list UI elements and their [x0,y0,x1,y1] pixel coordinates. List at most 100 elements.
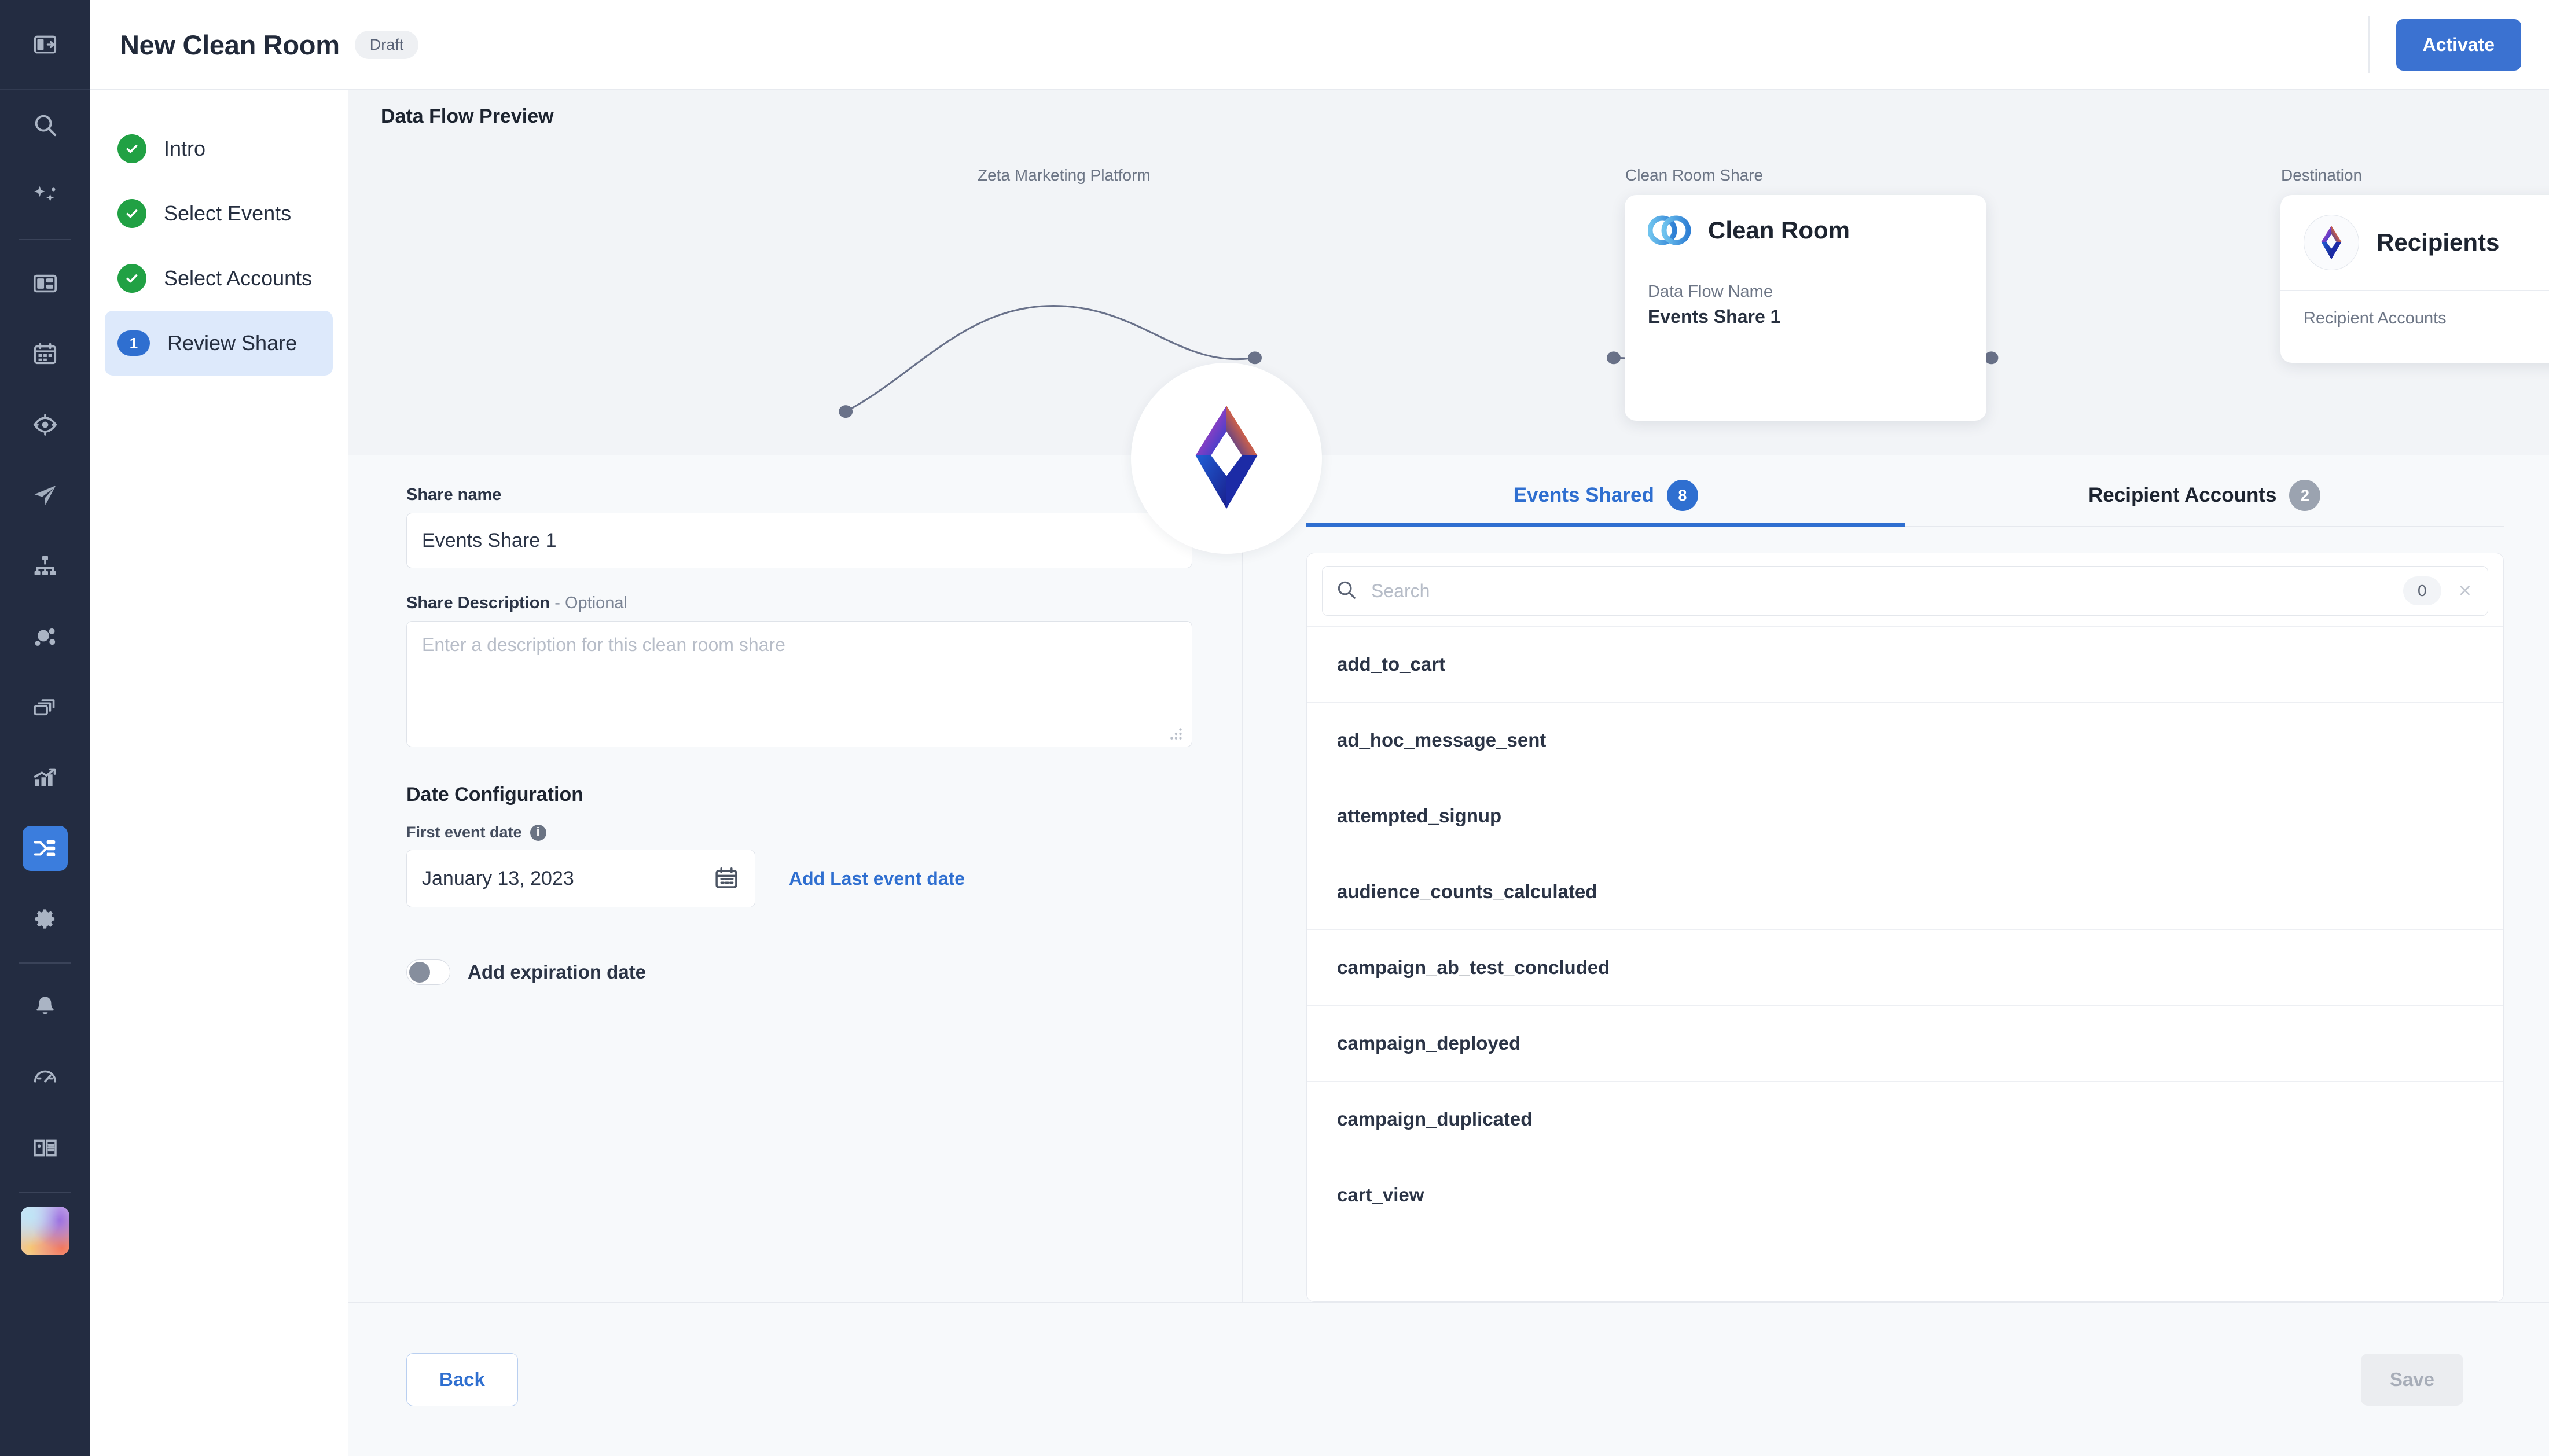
top-bar: New Clean Room Draft Activate [90,0,2549,90]
clean-room-node-card: Clean Room Data Flow Name Events Share 1 [1625,195,1986,421]
avatar[interactable] [21,1207,69,1255]
tab-events-shared[interactable]: Events Shared 8 [1306,480,1905,526]
activate-button[interactable]: Activate [2396,19,2522,71]
search-box[interactable]: 0 × [1322,566,2488,616]
toggle-knob [409,962,430,983]
resize-grip-icon[interactable] [1169,726,1184,743]
step-number-badge: 1 [117,330,150,356]
first-event-date-label-row: First event date i [406,823,1207,841]
wizard-footer: Back Save [348,1302,2549,1456]
gear-icon[interactable] [23,896,68,942]
clean-room-card-title: Clean Room [1708,216,1850,244]
list-item[interactable]: campaign_ab_test_concluded [1307,929,2503,1005]
list-item[interactable]: campaign_deployed [1307,1005,2503,1081]
sitemap-icon[interactable] [23,543,68,589]
left-icon-rail [0,0,90,1456]
tab-badge: 2 [2289,480,2320,511]
recipient-accounts-row: Recipient Accounts 8 [2280,291,2549,329]
panel-toggle-icon[interactable] [23,22,68,67]
sidebar-item-select-accounts[interactable]: Select Accounts [105,246,333,311]
rail-divider [19,239,71,240]
add-last-event-date-link[interactable]: Add Last event date [789,868,965,889]
audience-icon[interactable] [23,614,68,659]
calendar-icon[interactable] [23,332,68,377]
events-list-card: 0 × add_to_cart ad_hoc_message_sent atte… [1306,553,2504,1302]
section-title: Data Flow Preview [381,105,554,128]
main-area: New Clean Room Draft Activate Intro [90,0,2549,1456]
zeta-diamond-icon [1183,402,1270,515]
share-form: Share name Share Description - Optional [348,455,1243,1302]
target-icon[interactable] [23,402,68,447]
panel-tabs: Events Shared 8 Recipient Accounts 2 [1306,480,2504,527]
share-description-textarea[interactable] [406,621,1192,747]
app-root: New Clean Room Draft Activate Intro [0,0,2549,1456]
tab-badge: 8 [1667,480,1698,511]
wizard-steps: Intro Select Events [90,90,348,1456]
list-item[interactable]: cart_view [1307,1157,2503,1233]
paper-plane-icon[interactable] [23,473,68,518]
share-description-optional-text: - Optional [550,594,627,612]
sidebar-item-review-share[interactable]: 1 Review Share [105,311,333,376]
back-button[interactable]: Back [406,1353,518,1406]
first-event-date-field[interactable]: January 13, 2023 [406,850,755,907]
status-badge: Draft [355,31,419,59]
date-configuration-title: Date Configuration [406,784,1207,806]
list-item[interactable]: campaign_duplicated [1307,1081,2503,1157]
list-item[interactable]: add_to_cart [1307,626,2503,702]
sidebar-item-intro[interactable]: Intro [105,116,333,181]
check-icon [117,134,146,163]
step-label: Intro [164,137,205,161]
data-flow-preview-header: Data Flow Preview [348,90,2549,144]
first-event-date-value: January 13, 2023 [407,867,697,890]
list-item[interactable]: ad_hoc_message_sent [1307,702,2503,778]
clean-room-card-header: Clean Room [1625,195,1986,266]
recipients-card-header: Recipients [2280,195,2549,290]
add-expiration-date-label: Add expiration date [468,961,646,983]
sparkles-icon[interactable] [23,173,68,218]
zeta-marketing-platform-node [1131,363,1322,554]
bell-icon[interactable] [23,984,68,1030]
rail-divider [19,962,71,964]
page-title: New Clean Room [120,29,340,61]
calendar-icon[interactable] [697,850,755,907]
add-expiration-date-toggle[interactable] [406,959,450,985]
tab-label: Events Shared [1514,484,1654,507]
rail-divider [19,1192,71,1193]
tab-recipient-accounts[interactable]: Recipient Accounts 2 [1905,480,2504,526]
data-flow-name-label: Data Flow Name [1648,282,1963,302]
check-icon [117,199,146,228]
list-item[interactable]: attempted_signup [1307,778,2503,854]
search-icon[interactable] [23,102,68,148]
list-item[interactable]: audience_counts_calculated [1307,854,2503,929]
data-flow-icon[interactable] [23,826,68,871]
data-flow-preview-canvas: Zeta Marketing Platform [348,144,2549,455]
search-row: 0 × [1307,553,2503,626]
rail-header [0,0,90,90]
close-icon[interactable]: × [2455,580,2475,602]
dashboard-icon[interactable] [23,261,68,306]
search-input[interactable] [1371,580,2389,602]
check-icon [117,264,146,293]
source-caption: Zeta Marketing Platform [978,166,1151,185]
expiration-toggle-row: Add expiration date [406,959,1207,985]
date-row: January 13, 2023 [406,850,1207,907]
body-split: Intro Select Events [90,90,2549,1456]
sidebar-item-select-events[interactable]: Select Events [105,181,333,246]
share-name-input[interactable] [406,513,1192,568]
search-icon [1335,579,1357,604]
recipients-card-title: Recipients [2377,229,2499,256]
book-icon[interactable] [23,1126,68,1171]
shared-items-panel: Events Shared 8 Recipient Accounts 2 [1243,455,2549,1302]
share-description-wrapper [406,621,1192,750]
first-event-date-label: First event date [406,823,522,841]
save-button[interactable]: Save [2361,1354,2463,1406]
tab-label: Recipient Accounts [2088,484,2276,507]
speedometer-icon[interactable] [23,1055,68,1100]
layers-icon[interactable] [23,685,68,730]
data-flow-name-block: Data Flow Name Events Share 1 [1625,266,1986,351]
zeta-diamond-icon [2304,215,2359,270]
step-label: Select Events [164,201,291,226]
info-icon[interactable]: i [530,825,546,841]
share-description-label-text: Share Description [406,594,550,612]
analytics-icon[interactable] [23,755,68,800]
